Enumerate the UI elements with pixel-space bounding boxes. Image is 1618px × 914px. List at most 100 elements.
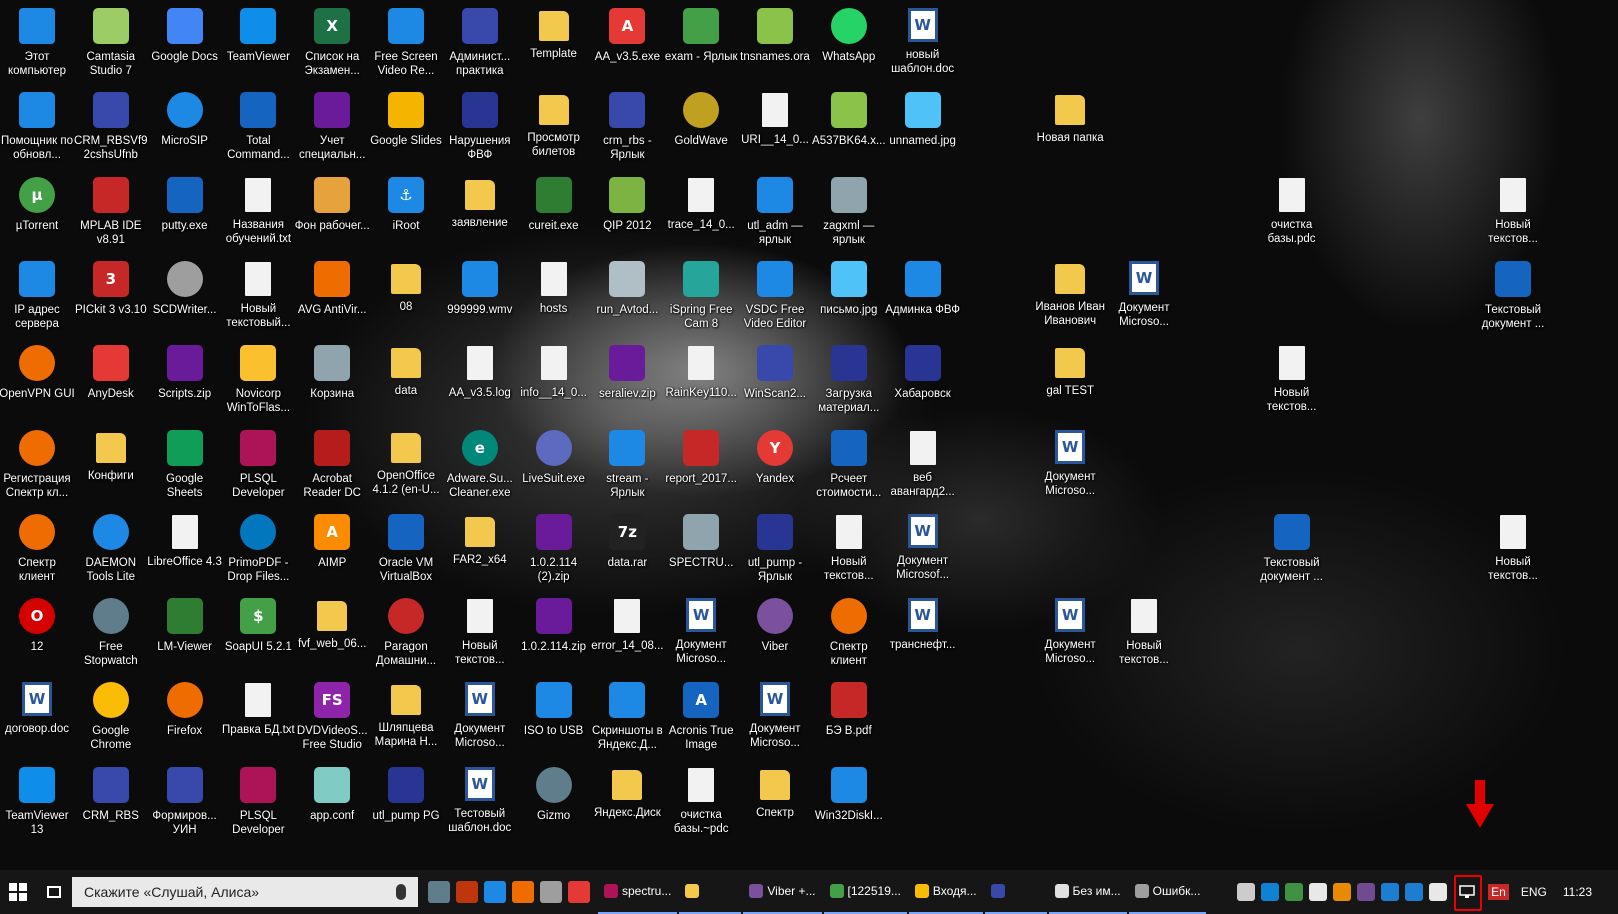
- desktop-icon[interactable]: info__14_0...: [517, 339, 591, 423]
- desktop-icon[interactable]: Скриншоты в Яндекс.Д...: [590, 676, 664, 760]
- desktop-icon[interactable]: WhatsApp: [812, 2, 886, 86]
- desktop-icon[interactable]: Paragon Домашни...: [369, 592, 443, 676]
- desktop-icon[interactable]: Рсчеет стоимости...: [812, 424, 886, 508]
- desktop-icon[interactable]: DAEMON Tools Lite: [74, 508, 148, 592]
- desktop-icon[interactable]: PrimoPDF - Drop Files...: [221, 508, 295, 592]
- circle-tray-icon[interactable]: [1309, 883, 1328, 901]
- desktop-icon[interactable]: utl_adm — ярлык: [738, 171, 812, 255]
- desktop-icon[interactable]: OpenVPN GUI: [0, 339, 75, 423]
- desktop-icon[interactable]: Google Chrome: [74, 676, 148, 760]
- taskbar-window-button[interactable]: [679, 870, 742, 914]
- desktop-icon[interactable]: 1.0.2.114.zip: [517, 592, 591, 676]
- desktop-icon[interactable]: Спектр: [738, 761, 812, 845]
- desktop-icon[interactable]: A AIMP: [295, 508, 369, 592]
- desktop-icon[interactable]: A AA_v3.5.exe: [590, 2, 664, 86]
- teamviewer-tray-icon[interactable]: [1261, 883, 1280, 901]
- desktop-icon[interactable]: SPECTRU...: [664, 508, 738, 592]
- desktop-icon[interactable]: Google Slides: [369, 86, 443, 170]
- desktop-icon[interactable]: error_14_08...: [590, 592, 664, 676]
- desktop-icon[interactable]: AA_v3.5.log: [443, 339, 517, 423]
- desktop-icon[interactable]: Админист... практика: [443, 2, 517, 86]
- desktop-icon[interactable]: Фон рабочег...: [295, 171, 370, 255]
- desktop-icon[interactable]: W Документ Microso...: [1107, 255, 1181, 339]
- desktop-icon[interactable]: Новая папка: [1033, 86, 1107, 170]
- desktop-icon[interactable]: MicroSIP: [148, 86, 222, 170]
- network-tool-icon[interactable]: [428, 881, 450, 903]
- desktop-icon[interactable]: trace_14_0...: [664, 171, 738, 255]
- desktop-icon[interactable]: W Документ Microsof...: [886, 508, 960, 592]
- desktop-icon[interactable]: LM-Viewer: [148, 592, 222, 676]
- desktop-icon[interactable]: hosts: [517, 255, 591, 339]
- desktop-icon[interactable]: Camtasia Studio 7: [74, 2, 148, 86]
- desktop-icon[interactable]: Хабаровск: [886, 339, 960, 423]
- settings-icon[interactable]: [540, 881, 562, 903]
- desktop-icon[interactable]: PLSQL Developer: [221, 761, 295, 845]
- desktop-icon[interactable]: utl_pump - Ярлык: [738, 508, 812, 592]
- desktop-icon[interactable]: run_Avtod...: [590, 255, 664, 339]
- desktop-icon[interactable]: putty.exe: [148, 171, 222, 255]
- desktop-icon[interactable]: Шляпцева Марина Н...: [369, 676, 443, 760]
- desktop-icon[interactable]: Помощник по обновл...: [0, 86, 74, 170]
- desktop-icon[interactable]: 3 PICkit 3 v3.10: [74, 255, 148, 339]
- desktop-icon[interactable]: FS DVDVideoS... Free Studio: [295, 676, 369, 760]
- desktop-icon[interactable]: ⚓ iRoot: [369, 171, 443, 255]
- desktop-icon[interactable]: exam - Ярлык: [664, 2, 738, 86]
- desktop-icon[interactable]: GoldWave: [664, 86, 738, 170]
- desktop-icon[interactable]: Free Stopwatch: [74, 592, 148, 676]
- desktop-icon[interactable]: Спектр клиент: [812, 592, 886, 676]
- desktop-icon[interactable]: LiveSuit.exe: [517, 424, 591, 508]
- desktop-icon[interactable]: Template: [517, 2, 591, 86]
- desktop-icon[interactable]: gal TEST: [1033, 339, 1107, 423]
- desktop-icon[interactable]: Wдоговор.doc: [0, 676, 74, 760]
- volume-tray-icon[interactable]: [1429, 883, 1448, 901]
- desktop-icon[interactable]: QIP 2012: [590, 171, 664, 255]
- clock[interactable]: 11:23: [1563, 885, 1592, 899]
- task-view-button[interactable]: [36, 870, 72, 914]
- desktop-icon[interactable]: e Adware.Su... Cleaner.exe: [443, 424, 517, 508]
- desktop-icon[interactable]: Новый текстов...: [1476, 171, 1550, 255]
- desktop-icon[interactable]: AnyDesk: [74, 339, 148, 423]
- search-box[interactable]: Скажите «Слушай, Алиса»: [72, 877, 418, 907]
- edge-icon[interactable]: [484, 881, 506, 903]
- desktop-icon[interactable]: Регистрация Спектр кл...: [0, 424, 74, 508]
- network-button[interactable]: [1454, 875, 1483, 911]
- desktop-icon[interactable]: Текстовый документ ...: [1476, 255, 1550, 339]
- desktop-icon[interactable]: A Acronis True Image: [664, 676, 738, 760]
- desktop-icon[interactable]: LibreOffice 4.3: [147, 508, 222, 592]
- desktop-icon[interactable]: Новый текстов...: [812, 508, 886, 592]
- language-indicator[interactable]: ENG: [1521, 885, 1547, 899]
- desktop-icon[interactable]: data: [369, 339, 443, 423]
- desktop-icon[interactable]: $ SoapUI 5.2.1: [221, 592, 295, 676]
- desktop-icon[interactable]: IP адрес сервера: [0, 255, 74, 339]
- firefox-icon[interactable]: [512, 881, 534, 903]
- desktop-icon[interactable]: W Документ Microso...: [664, 592, 738, 676]
- viber-tray-icon[interactable]: [1357, 883, 1376, 901]
- desktop-icon[interactable]: Яндекс.Диск: [590, 761, 664, 845]
- desktop-icon[interactable]: WinScan2...: [738, 339, 812, 423]
- desktop-icon[interactable]: AVG AntiVir...: [295, 255, 369, 339]
- desktop-icon[interactable]: W Документ Microso...: [1033, 592, 1107, 676]
- desktop-icon[interactable]: unnamed.jpg: [886, 86, 960, 170]
- desktop-icon[interactable]: Win32DiskI...: [812, 761, 886, 845]
- desktop-icon[interactable]: очистка базы.pdc: [1255, 171, 1329, 255]
- windows-tray-icon[interactable]: [1381, 883, 1400, 901]
- desktop-icon[interactable]: OpenOffice 4.1.2 (en-U...: [369, 424, 443, 508]
- desktop-icon[interactable]: report_2017...: [664, 424, 738, 508]
- desktop-icon[interactable]: utl_pump PG: [369, 761, 443, 845]
- desktop-icon[interactable]: Firefox: [148, 676, 222, 760]
- desktop-icon[interactable]: CRM_RBS: [74, 761, 148, 845]
- desktop-icon[interactable]: Viber: [738, 592, 812, 676]
- desktop-icon[interactable]: Google Docs: [148, 2, 222, 86]
- desktop-icon[interactable]: Нарушения ФВФ: [443, 86, 517, 170]
- microsip-tray-icon[interactable]: [1405, 883, 1424, 901]
- desktop-icon[interactable]: Конфиги: [74, 424, 148, 508]
- desktop-icon[interactable]: Google Sheets: [148, 424, 222, 508]
- desktop-icon[interactable]: A537BK64.x...: [812, 86, 886, 170]
- desktop-icon[interactable]: CRM_RBSVf9 2cshsUfnb: [74, 86, 148, 170]
- desktop-icon[interactable]: FAR2_x64: [443, 508, 517, 592]
- desktop-icon[interactable]: cureit.exe: [517, 171, 591, 255]
- desktop-icon[interactable]: SCDWriter...: [148, 255, 222, 339]
- desktop-icon[interactable]: TeamViewer 13: [0, 761, 74, 845]
- desktop-icon[interactable]: Спектр клиент: [0, 508, 74, 592]
- yandex-icon[interactable]: [568, 881, 590, 903]
